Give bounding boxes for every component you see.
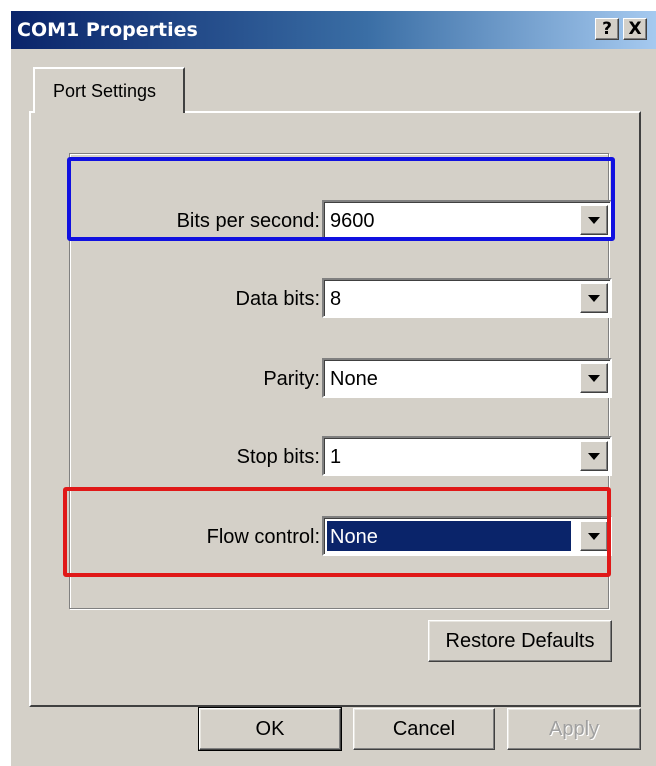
stop-bits-value: 1 <box>330 446 342 468</box>
data-bits-select[interactable]: 8 <box>322 278 612 318</box>
data-bits-value: 8 <box>330 288 342 310</box>
restore-defaults-button[interactable]: Restore Defaults <box>428 620 612 662</box>
stop-bits-select[interactable]: 1 <box>322 436 612 476</box>
tab-port-settings-label: Port Settings <box>53 81 157 101</box>
parity-value: None <box>330 368 378 390</box>
apply-button[interactable]: Apply <box>507 708 641 750</box>
properties-dialog: COM1 Properties ? X Port Settings Bits p… <box>10 10 656 766</box>
flow-control-highlight <box>63 487 611 577</box>
tab-port-settings[interactable]: Port Settings <box>33 67 185 113</box>
chevron-down-icon[interactable] <box>580 441 608 471</box>
help-button[interactable]: ? <box>595 18 619 40</box>
data-bits-label: Data bits: <box>235 288 320 310</box>
parity-select[interactable]: None <box>322 358 612 398</box>
cancel-button[interactable]: Cancel <box>353 708 495 750</box>
bits-per-second-highlight <box>67 157 615 241</box>
stop-bits-label: Stop bits: <box>236 446 320 468</box>
close-button[interactable]: X <box>623 18 647 40</box>
chevron-down-icon[interactable] <box>580 363 608 393</box>
window-title: COM1 Properties <box>17 19 198 41</box>
chevron-down-icon[interactable] <box>580 283 608 313</box>
ok-button[interactable]: OK <box>198 707 342 751</box>
title-bar[interactable]: COM1 Properties ? X <box>11 11 656 49</box>
parity-label: Parity: <box>263 368 320 390</box>
